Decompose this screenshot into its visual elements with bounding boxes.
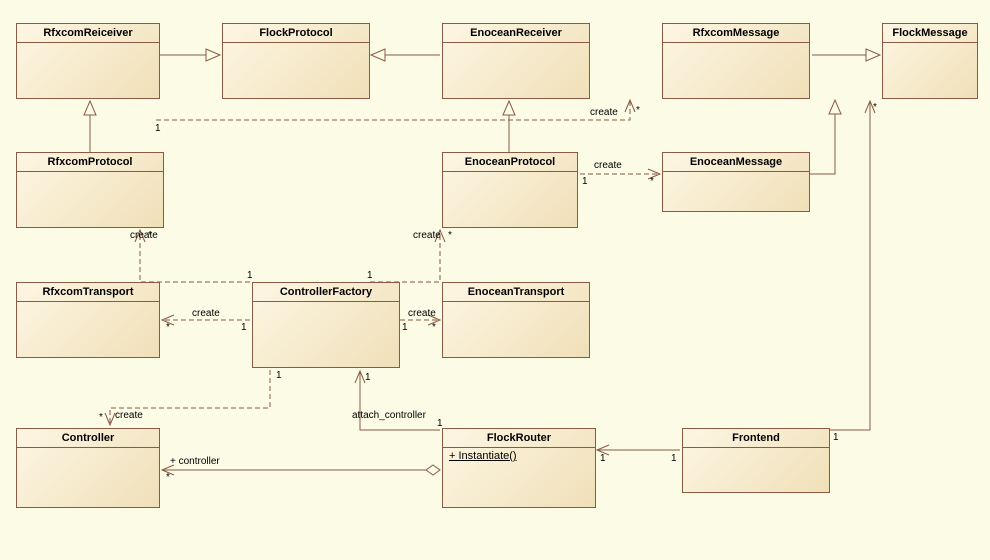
mult: 1 [600,453,606,464]
mult: 1 [155,123,161,134]
class-title: FlockProtocol [223,24,369,43]
class-body: + Instantiate() [443,448,595,464]
class-controller-factory[interactable]: ControllerFactory [252,282,400,368]
class-body [443,172,577,182]
class-title: FlockRouter [443,429,595,448]
assoc-frontend-flockMessage [830,101,870,430]
label-create: create [130,230,158,241]
mult: * [432,322,436,333]
method-instantiate: + Instantiate() [443,448,595,464]
class-flock-protocol[interactable]: FlockProtocol [222,23,370,99]
mult: * [166,322,170,333]
class-body [663,43,809,53]
class-body [223,43,369,53]
class-flock-message[interactable]: FlockMessage [882,23,978,99]
class-body [17,43,159,53]
label-attach-controller: attach_controller [352,410,426,421]
mult: 1 [402,322,408,333]
mult: 1 [241,322,247,333]
mult: * [873,102,877,113]
class-rfxcom-transport[interactable]: RfxcomTransport [16,282,160,358]
class-controller[interactable]: Controller [16,428,160,508]
class-title: EnoceanMessage [663,153,809,172]
label-create: create [192,308,220,319]
class-title: Frontend [683,429,829,448]
class-title: Controller [17,429,159,448]
class-title: RfxcomReiceiver [17,24,159,43]
mult: 1 [671,453,677,464]
class-body [443,302,589,312]
gen-enoceanMessage-flockMessage [810,100,835,174]
class-rfxcom-message[interactable]: RfxcomMessage [662,23,810,99]
class-frontend[interactable]: Frontend [682,428,830,493]
mult: * [650,176,654,187]
mult: 1 [247,270,253,281]
class-title: ControllerFactory [253,283,399,302]
mult: * [636,105,640,116]
dep-rfxcomProtocol-rfxcomMessage [156,100,630,120]
mult: * [99,412,103,423]
label-create: create [413,230,441,241]
mult: * [448,230,452,241]
class-body [683,448,829,458]
class-body [17,172,163,182]
class-body [663,172,809,182]
class-body [443,43,589,53]
class-enocean-message[interactable]: EnoceanMessage [662,152,810,212]
mult: 1 [437,418,443,429]
class-title: RfxcomMessage [663,24,809,43]
class-rfxcom-protocol[interactable]: RfxcomProtocol [16,152,164,228]
class-rfxcom-receiver[interactable]: RfxcomReiceiver [16,23,160,99]
class-body [17,302,159,312]
mult: 1 [276,370,282,381]
assoc-flockRouter-factory [360,371,440,430]
class-body [253,302,399,312]
class-title: EnoceanProtocol [443,153,577,172]
class-body [883,43,977,53]
class-enocean-protocol[interactable]: EnoceanProtocol [442,152,578,228]
mult: * [166,472,170,483]
mult: 1 [367,270,373,281]
class-enocean-transport[interactable]: EnoceanTransport [442,282,590,358]
class-title: EnoceanReceiver [443,24,589,43]
label-create: create [594,160,622,171]
mult: 1 [582,176,588,187]
class-title: RfxcomTransport [17,283,159,302]
class-title: FlockMessage [883,24,977,43]
label-plus-controller: + controller [170,456,220,467]
mult: * [148,230,152,241]
mult: 1 [365,372,371,383]
label-create: create [115,410,143,421]
class-enocean-receiver[interactable]: EnoceanReceiver [442,23,590,99]
label-create: create [408,308,436,319]
class-title: EnoceanTransport [443,283,589,302]
class-title: RfxcomProtocol [17,153,163,172]
mult: 1 [833,432,839,443]
label-create: create [590,107,618,118]
class-flock-router[interactable]: FlockRouter + Instantiate() [442,428,596,508]
class-body [17,448,159,458]
